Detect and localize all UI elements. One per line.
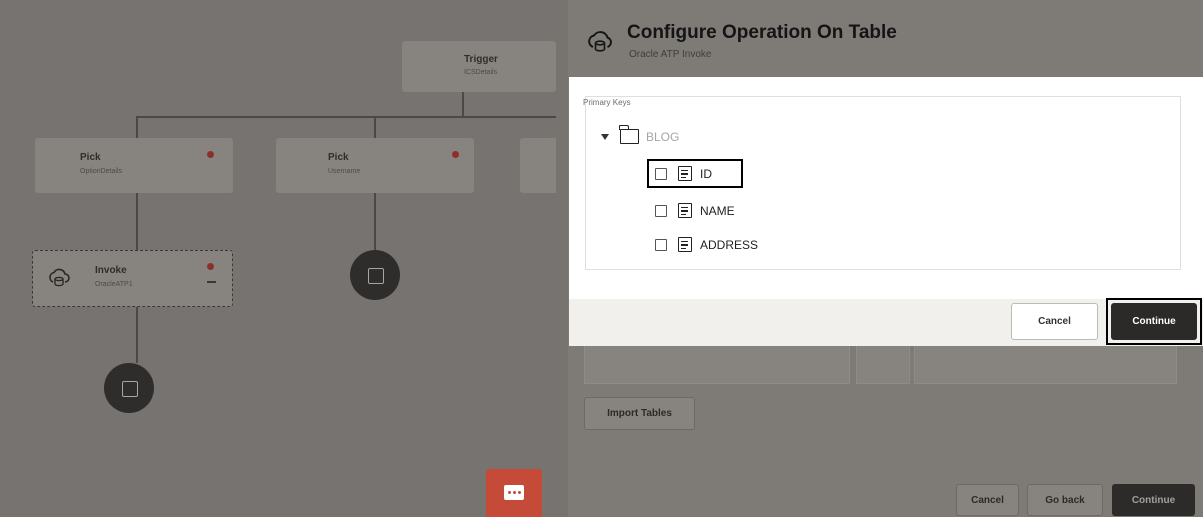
- pick-node[interactable]: Pick OptionDetails: [35, 138, 233, 193]
- connector-line: [374, 193, 376, 250]
- chat-icon: [504, 485, 524, 500]
- import-tables-button[interactable]: Import Tables: [584, 397, 695, 430]
- node-subtitle: OptionDetails: [80, 168, 123, 175]
- tree-node-blog[interactable]: BLOG: [601, 125, 680, 144]
- end-node-icon[interactable]: [350, 250, 400, 300]
- table-name-label: BLOG: [646, 129, 680, 144]
- connector-line: [374, 116, 376, 138]
- column-icon: [678, 203, 692, 218]
- cloud-db-icon: [588, 31, 612, 52]
- trigger-node[interactable]: Trigger ICSDetails: [402, 41, 556, 92]
- dialog-cancel-button[interactable]: Cancel: [1011, 303, 1098, 340]
- background-field: [584, 340, 850, 384]
- node-title: Trigger: [464, 54, 498, 65]
- panel-title: Configure Operation On Table: [627, 22, 897, 43]
- connector-line: [136, 193, 138, 250]
- node-subtitle: Username: [328, 168, 361, 175]
- connector-line: [136, 116, 556, 118]
- cancel-button[interactable]: Cancel: [956, 484, 1019, 516]
- panel-splitter[interactable]: [556, 0, 568, 517]
- node-partial[interactable]: [520, 138, 556, 193]
- primary-keys-label: Primary Keys: [583, 98, 631, 107]
- column-row-name[interactable]: NAME: [655, 203, 735, 218]
- id-row-highlight: [647, 159, 743, 188]
- error-indicator-icon: [207, 263, 214, 270]
- error-indicator-icon: [207, 151, 214, 158]
- continue-button[interactable]: Continue: [1112, 484, 1195, 516]
- background-field: [914, 340, 1177, 384]
- node-subtitle: OracleATP1: [95, 281, 133, 288]
- node-subtitle: ICSDetails: [464, 69, 498, 76]
- invoke-node[interactable]: Invoke OracleATP1: [32, 250, 233, 307]
- column-label: ADDRESS: [700, 237, 759, 252]
- background-field: [856, 340, 910, 384]
- node-title: Pick: [328, 152, 349, 163]
- cloud-db-icon: [49, 268, 70, 287]
- end-node-icon[interactable]: [104, 363, 154, 413]
- folder-icon: [619, 125, 639, 144]
- dialog-continue-button[interactable]: Continue: [1111, 303, 1197, 340]
- node-title: Invoke: [95, 265, 127, 276]
- column-label: NAME: [700, 203, 735, 218]
- connector-line: [136, 307, 138, 363]
- connector-line: [462, 92, 464, 116]
- go-back-button[interactable]: Go back: [1027, 484, 1103, 516]
- feedback-button[interactable]: [486, 469, 542, 517]
- error-indicator-icon: [452, 151, 459, 158]
- column-row-address[interactable]: ADDRESS: [655, 237, 758, 252]
- integration-canvas: Trigger ICSDetails Pick OptionDetails Pi…: [0, 0, 556, 517]
- column-icon: [678, 237, 692, 252]
- column-checkbox[interactable]: [655, 204, 667, 217]
- pick-node[interactable]: Pick Username: [276, 138, 474, 193]
- more-actions-icon[interactable]: [207, 281, 216, 283]
- column-checkbox[interactable]: [655, 238, 667, 251]
- caret-down-icon[interactable]: [601, 133, 609, 140]
- panel-subtitle: Oracle ATP Invoke: [629, 49, 712, 60]
- node-title: Pick: [80, 152, 101, 163]
- connector-line: [136, 116, 138, 138]
